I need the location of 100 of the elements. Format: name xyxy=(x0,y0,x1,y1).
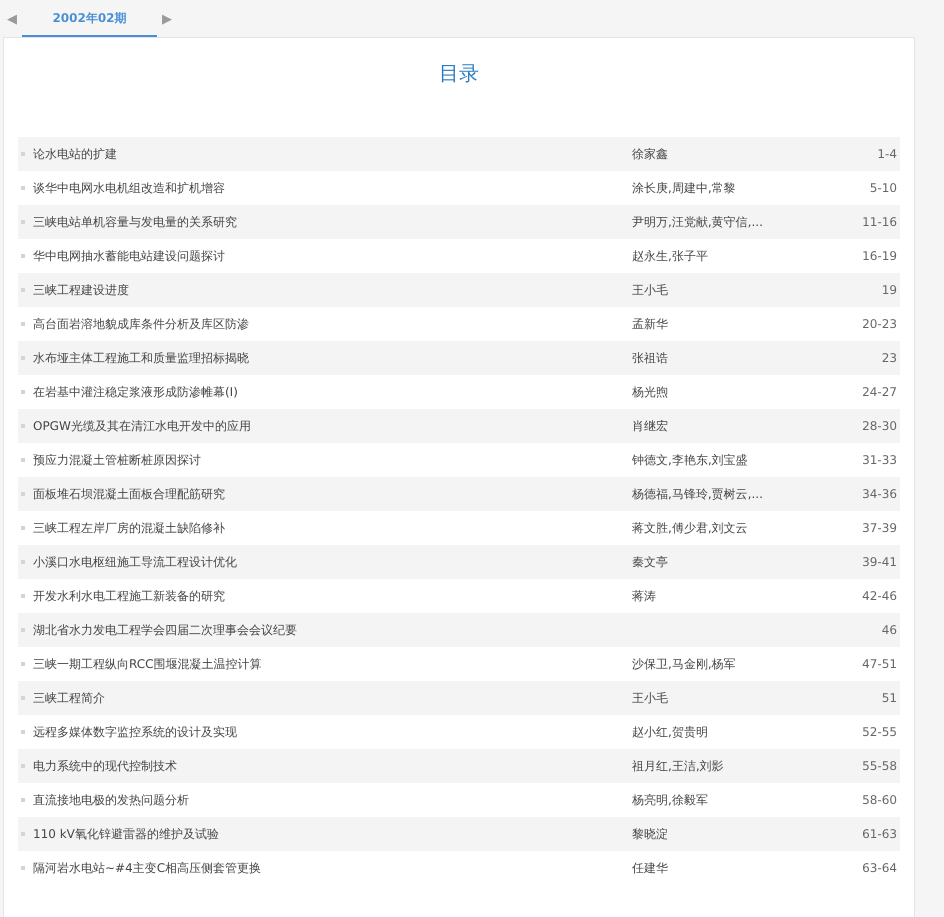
article-authors: 沙保卫,马金刚,杨军 xyxy=(632,656,736,670)
article-row[interactable]: 三峡一期工程纵向RCC围堰混凝土温控计算 沙保卫,马金刚,杨军 47-51 xyxy=(18,647,900,681)
page-range: 47-51 xyxy=(862,657,898,671)
bullet-icon xyxy=(21,186,25,190)
article-authors: 钟德文,李艳东,刘宝盛 xyxy=(632,452,748,466)
page-range: 11-16 xyxy=(862,215,898,229)
article-title: 预应力混凝土管桩断桩原因探讨 xyxy=(33,452,202,468)
article-title: 论水电站的扩建 xyxy=(33,146,118,162)
page-range: 52-55 xyxy=(862,725,898,739)
page-range: 16-19 xyxy=(862,249,898,263)
article-title: 三峡工程建设进度 xyxy=(33,282,130,298)
page-range: 63-64 xyxy=(862,861,898,875)
bullet-icon xyxy=(21,832,25,836)
page-range: 24-27 xyxy=(862,385,898,399)
bullet-icon xyxy=(21,866,25,870)
article-authors: 肖继宏 xyxy=(632,418,668,432)
page-range: 46 xyxy=(882,623,898,637)
article-title: 三峡一期工程纵向RCC围堰混凝土温控计算 xyxy=(33,656,262,672)
bullet-icon xyxy=(21,798,25,802)
article-authors: 孟新华 xyxy=(632,316,668,330)
article-row[interactable]: 论水电站的扩建 徐家鑫 1-4 xyxy=(18,137,900,171)
bullet-icon xyxy=(21,730,25,734)
article-row[interactable]: 隔河岩水电站~#4主变C相高压侧套管更换 任建华 63-64 xyxy=(18,851,900,885)
page-range: 20-23 xyxy=(862,317,898,331)
article-row[interactable]: 三峡工程左岸厂房的混凝土缺陷修补 蒋文胜,傅少君,刘文云 37-39 xyxy=(18,511,900,545)
article-authors: 王小毛 xyxy=(632,282,668,296)
article-authors: 张祖诰 xyxy=(632,350,668,364)
article-authors: 杨德福,马锋玲,贾树云,... xyxy=(632,486,763,500)
page-range: 42-46 xyxy=(862,589,898,603)
article-authors: 徐家鑫 xyxy=(632,146,668,160)
bullet-icon xyxy=(21,492,25,496)
bullet-icon xyxy=(21,220,25,224)
article-row[interactable]: 直流接地电极的发热问题分析 杨亮明,徐毅军 58-60 xyxy=(18,783,900,817)
article-title: 开发水利水电工程施工新装备的研究 xyxy=(33,588,226,604)
page-range: 28-30 xyxy=(862,419,898,433)
article-row[interactable]: 华中电网抽水蓄能电站建设问题探讨 赵永生,张子平 16-19 xyxy=(18,239,900,273)
page-range: 51 xyxy=(882,691,898,705)
article-title: 直流接地电极的发热问题分析 xyxy=(33,792,190,808)
article-title: 谈华中电网水电机组改造和扩机增容 xyxy=(33,180,226,196)
article-title: 水布垭主体工程施工和质量监理招标揭晓 xyxy=(33,350,250,366)
article-authors: 赵永生,张子平 xyxy=(632,248,708,262)
article-title: 在岩基中灌注稳定浆液形成防渗帷幕(Ⅰ) xyxy=(33,384,239,400)
page-range: 34-36 xyxy=(862,487,898,501)
article-row[interactable]: 预应力混凝土管桩断桩原因探讨 钟德文,李艳东,刘宝盛 31-33 xyxy=(18,443,900,477)
article-row[interactable]: 在岩基中灌注稳定浆液形成防渗帷幕(Ⅰ) 杨光煦 24-27 xyxy=(18,375,900,409)
bullet-icon xyxy=(21,254,25,258)
page-range: 39-41 xyxy=(862,555,898,569)
bullet-icon xyxy=(21,764,25,768)
bullet-icon xyxy=(21,560,25,564)
contents-title: 目录 xyxy=(438,60,480,87)
article-title: 湖北省水力发电工程学会四届二次理事会会议纪要 xyxy=(33,622,298,638)
article-authors: 杨亮明,徐毅军 xyxy=(632,792,708,806)
bullet-icon xyxy=(21,594,25,598)
page-range: 1-4 xyxy=(877,147,898,161)
page-range: 5-10 xyxy=(870,181,898,195)
article-row[interactable]: 三峡电站单机容量与发电量的关系研究 尹明万,汪党献,黄守信,... 11-16 xyxy=(18,205,900,239)
article-title: 隔河岩水电站~#4主变C相高压侧套管更换 xyxy=(33,860,262,876)
article-title: 高台面岩溶地貌成库条件分析及库区防渗 xyxy=(33,316,250,332)
article-row[interactable]: 小溪口水电枢纽施工导流工程设计优化 秦文亭 39-41 xyxy=(18,545,900,579)
article-title: 三峡工程左岸厂房的混凝土缺陷修补 xyxy=(33,520,226,536)
article-authors: 黎晓淀 xyxy=(632,826,668,840)
page-range: 19 xyxy=(882,283,898,297)
article-title: 远程多媒体数字监控系统的设计及实现 xyxy=(33,724,238,740)
article-row[interactable]: 湖北省水力发电工程学会四届二次理事会会议纪要 46 xyxy=(18,613,900,647)
article-row[interactable]: 开发水利水电工程施工新装备的研究 蒋涛 42-46 xyxy=(18,579,900,613)
bullet-icon xyxy=(21,356,25,360)
article-authors: 涂长庚,周建中,常黎 xyxy=(632,180,736,194)
bullet-icon xyxy=(21,322,25,326)
article-title: 面板堆石坝混凝土面板合理配筋研究 xyxy=(33,486,226,502)
page-range: 61-63 xyxy=(862,827,898,841)
article-row[interactable]: 远程多媒体数字监控系统的设计及实现 赵小红,贺贵明 52-55 xyxy=(18,715,900,749)
article-authors: 祖月红,王洁,刘影 xyxy=(632,758,724,772)
article-row[interactable]: OPGW光缆及其在清江水电开发中的应用 肖继宏 28-30 xyxy=(18,409,900,443)
article-title: 三峡工程简介 xyxy=(33,690,106,706)
article-authors: 赵小红,贺贵明 xyxy=(632,724,708,738)
article-authors: 任建华 xyxy=(632,860,668,874)
article-title: 小溪口水电枢纽施工导流工程设计优化 xyxy=(33,554,238,570)
article-authors: 蒋涛 xyxy=(632,588,656,602)
page-range: 31-33 xyxy=(862,453,898,467)
bullet-icon xyxy=(21,628,25,632)
bullet-icon xyxy=(21,526,25,530)
article-authors: 尹明万,汪党献,黄守信,... xyxy=(632,214,763,228)
article-row[interactable]: 电力系统中的现代控制技术 祖月红,王洁,刘影 55-58 xyxy=(18,749,900,783)
article-row[interactable]: 三峡工程建设进度 王小毛 19 xyxy=(18,273,900,307)
article-authors: 王小毛 xyxy=(632,690,668,704)
article-title: 三峡电站单机容量与发电量的关系研究 xyxy=(33,214,238,230)
article-title: 110 kV氧化锌避雷器的维护及试验 xyxy=(33,826,220,842)
page-range: 55-58 xyxy=(862,759,898,773)
article-title: OPGW光缆及其在清江水电开发中的应用 xyxy=(33,418,252,434)
article-row[interactable]: 三峡工程简介 王小毛 51 xyxy=(18,681,900,715)
article-title: 华中电网抽水蓄能电站建设问题探讨 xyxy=(33,248,226,264)
article-row[interactable]: 面板堆石坝混凝土面板合理配筋研究 杨德福,马锋玲,贾树云,... 34-36 xyxy=(18,477,900,511)
bullet-icon xyxy=(21,458,25,462)
article-row[interactable]: 谈华中电网水电机组改造和扩机增容 涂长庚,周建中,常黎 5-10 xyxy=(18,171,900,205)
page-range: 58-60 xyxy=(862,793,898,807)
article-row[interactable]: 高台面岩溶地貌成库条件分析及库区防渗 孟新华 20-23 xyxy=(18,307,900,341)
article-row[interactable]: 110 kV氧化锌避雷器的维护及试验 黎晓淀 61-63 xyxy=(18,817,900,851)
article-row[interactable]: 水布垭主体工程施工和质量监理招标揭晓 张祖诰 23 xyxy=(18,341,900,375)
article-authors: 秦文亭 xyxy=(632,554,668,568)
bullet-icon xyxy=(21,424,25,428)
